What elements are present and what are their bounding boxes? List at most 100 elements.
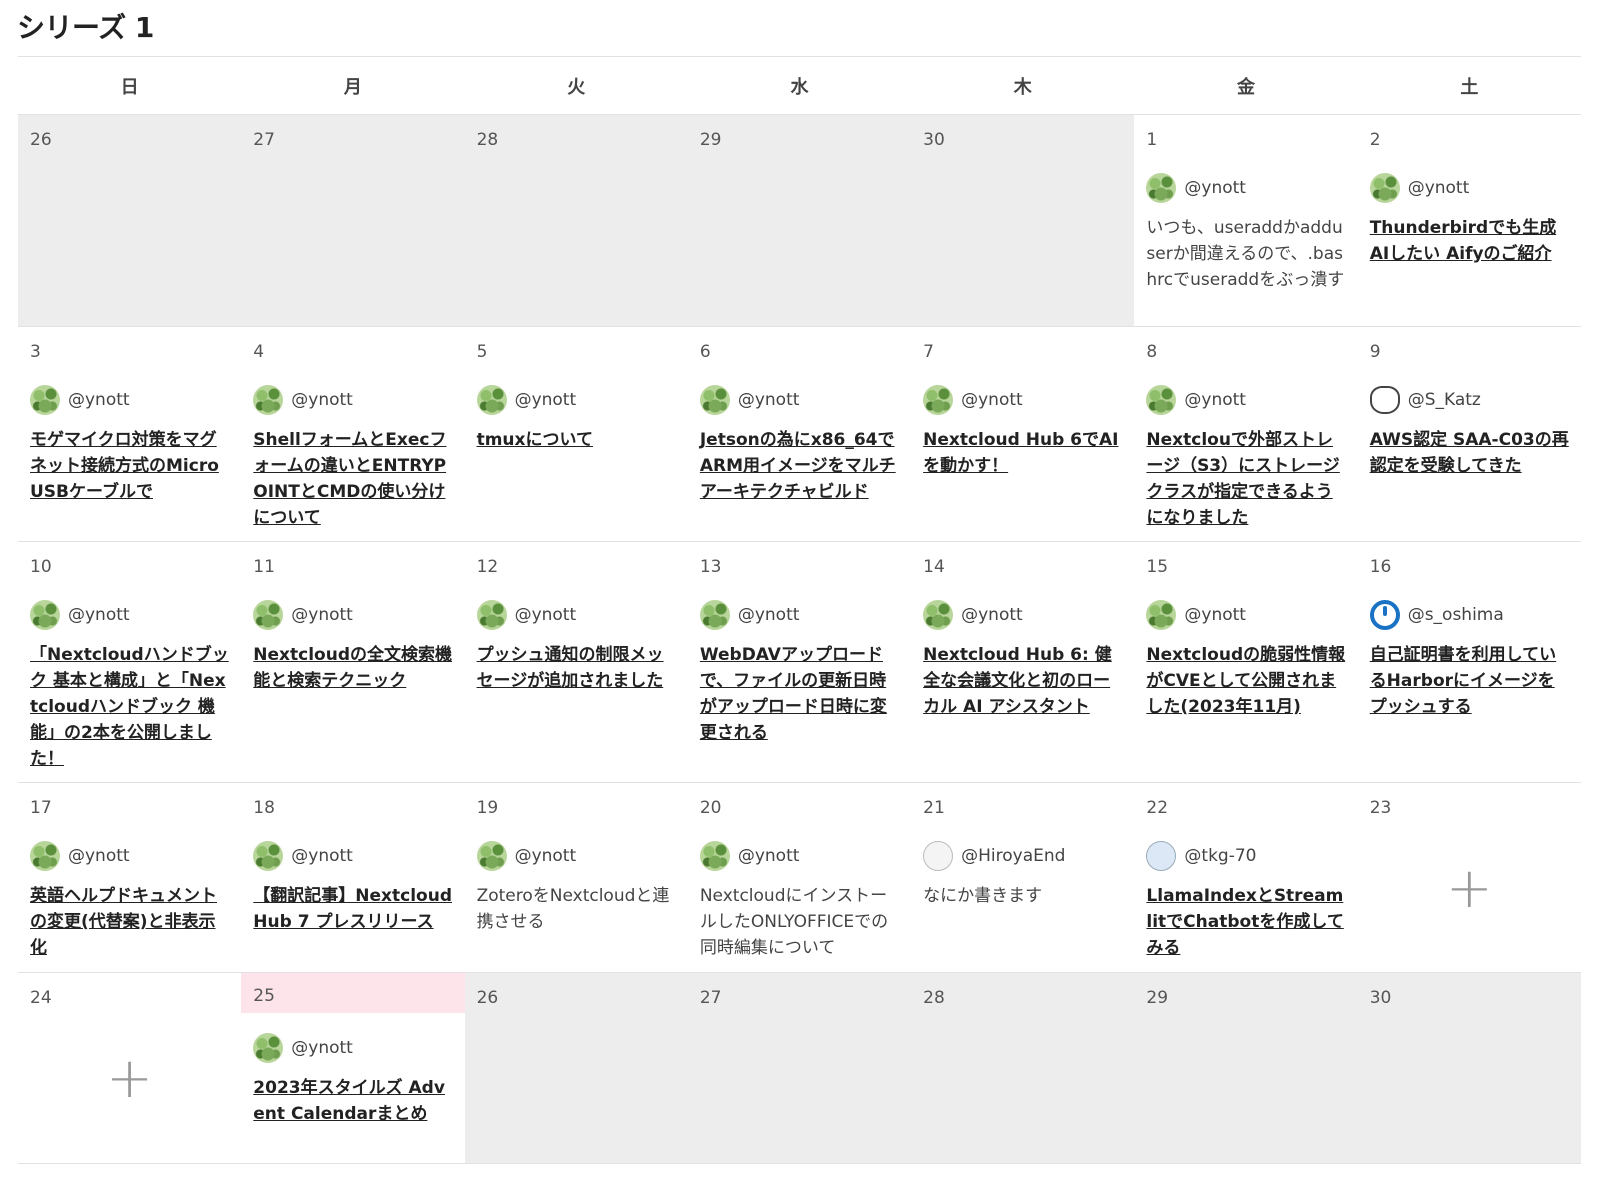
calendar-day-cell: 23 + (1357, 782, 1581, 973)
author-name[interactable]: @ynott (1408, 178, 1470, 198)
article-link[interactable]: プッシュ通知の制限メッセージが追加されました (477, 642, 676, 694)
avatar-icon (1369, 173, 1400, 203)
avatar-icon (253, 841, 284, 871)
article-link[interactable]: 2023年スタイルズ Advent Calendarまとめ (253, 1075, 452, 1127)
author-name[interactable]: @ynott (961, 605, 1023, 625)
calendar-day-cell: 14 @ynott Nextcloud Hub 6: 健全な会議文化と初のローカル … (911, 541, 1135, 783)
article-link[interactable]: Jetsonの為にx86_64でARM用イメージをマルチアーキテクチャビルド (700, 427, 899, 505)
author[interactable]: @ynott (253, 1033, 452, 1063)
author[interactable]: @ynott (1146, 600, 1345, 630)
calendar-day-cell: 26 (18, 114, 242, 327)
author-name[interactable]: @ynott (1184, 178, 1246, 198)
author[interactable]: @ynott (253, 600, 452, 630)
author[interactable]: @ynott (1146, 173, 1345, 203)
author[interactable]: @ynott (699, 600, 899, 630)
article-link[interactable]: Nextcloud Hub 6でAIを動かす！ (923, 427, 1122, 479)
day-number: 28 (923, 988, 945, 1008)
author[interactable]: @ynott (476, 841, 676, 871)
author-name[interactable]: @ynott (515, 846, 577, 866)
article-link[interactable]: 英語ヘルプドキュメントの変更(代替案)と非表示化 (30, 883, 229, 961)
article-link[interactable]: 自己証明書を利用しているHarborにイメージをプッシュする (1370, 642, 1569, 720)
author[interactable]: @S_Katz (1369, 385, 1569, 415)
author[interactable]: @ynott (30, 600, 229, 630)
author[interactable]: @s_oshima (1369, 600, 1569, 630)
calendar-day-cell: 29 (1134, 972, 1358, 1164)
author-name[interactable]: @ynott (68, 846, 130, 866)
author-name[interactable]: @ynott (291, 1038, 353, 1058)
article-link[interactable]: Nextclouで外部ストレージ（S3）にストレージクラスが指定できるようになり… (1146, 427, 1345, 531)
calendar-week-row: 10 @ynott 「Nextcloudハンドブック 基本と構成」と「Nextclo… (18, 541, 1581, 783)
author-name[interactable]: @ynott (738, 846, 800, 866)
author[interactable]: @ynott (30, 841, 229, 871)
author-name[interactable]: @HiroyaEnd (961, 846, 1065, 866)
author-name[interactable]: @ynott (515, 605, 577, 625)
author-name[interactable]: @ynott (738, 605, 800, 625)
author[interactable]: @ynott (923, 600, 1122, 630)
calendar-day-cell: 3 @ynott モゲマイクロ対策をマグネット接続方式のMicroUSBケーブルで (18, 326, 242, 542)
author[interactable]: @ynott (253, 841, 452, 871)
add-entry-button[interactable]: + (30, 1051, 229, 1107)
article-link[interactable]: tmuxについて (477, 427, 676, 453)
author[interactable]: @ynott (699, 385, 899, 415)
weekday-header: 金 (1134, 56, 1358, 115)
article-link[interactable]: Nextcloudの全文検索機能と検索テクニック (253, 642, 452, 694)
author-name[interactable]: @ynott (68, 605, 130, 625)
calendar-day-cell: 19 @ynott ZoteroをNextcloudと連携させる (464, 782, 688, 973)
author-name[interactable]: @ynott (515, 390, 577, 410)
author-name[interactable]: @ynott (1184, 605, 1246, 625)
calendar-week-row: 26 27 28 29 30 1 @ynott いつも、useraddかadduserか間違え… (18, 114, 1581, 327)
avatar-icon (1146, 841, 1177, 871)
day-number: 29 (1146, 988, 1169, 1008)
author[interactable]: @HiroyaEnd (923, 841, 1122, 871)
page-title: シリーズ 1 (17, 11, 154, 44)
author[interactable]: @tkg-70 (1146, 841, 1345, 871)
author-name[interactable]: @tkg-70 (1184, 846, 1256, 866)
article-link[interactable]: 「Nextcloudハンドブック 基本と構成」と「Nextcloudハンドブック… (30, 642, 229, 772)
avatar-icon (30, 841, 60, 871)
author[interactable]: @ynott (699, 841, 899, 871)
article-link[interactable]: ShellフォームとExecフォームの違いとENTRYPOINTとCMDの使い分… (253, 427, 452, 531)
author[interactable]: @ynott (476, 385, 676, 415)
author[interactable]: @ynott (476, 600, 676, 630)
article-link[interactable]: LlamaIndexとStreamlitでChatbotを作成してみる (1146, 883, 1345, 961)
author-name[interactable]: @s_oshima (1408, 605, 1504, 625)
article-link[interactable]: Nextcloud Hub 6: 健全な会議文化と初のローカル AI アシスタン… (923, 642, 1122, 720)
author-name[interactable]: @S_Katz (1408, 390, 1481, 410)
author-name[interactable]: @ynott (961, 390, 1023, 410)
article-link[interactable]: モゲマイクロ対策をマグネット接続方式のMicroUSBケーブルで (30, 427, 229, 505)
article-link[interactable]: Nextcloudの脆弱性情報がCVEとして公開されました(2023年11月) (1146, 642, 1345, 720)
author[interactable]: @ynott (253, 385, 452, 415)
calendar-week-row: 17 @ynott 英語ヘルプドキュメントの変更(代替案)と非表示化 18 @ynott… (18, 782, 1581, 973)
calendar-body: 26 27 28 29 30 1 @ynott いつも、useraddかadduserか間違え… (18, 114, 1581, 1164)
article-link[interactable]: 【翻訳記事】Nextcloud Hub 7 プレスリリース (253, 883, 452, 935)
calendar-day-cell: 24 + (18, 972, 242, 1164)
calendar-day-cell: 2 @ynott Thunderbirdでも生成AIしたい Aifyのご紹介 (1357, 114, 1581, 327)
author[interactable]: @ynott (923, 385, 1122, 415)
author-name[interactable]: @ynott (68, 390, 130, 410)
article-link[interactable]: WebDAVアップロードで、ファイルの更新日時がアップロード日時に変更される (700, 642, 899, 746)
calendar-day-cell: 1 @ynott いつも、useraddかadduserか間違えるので、.bashr… (1134, 114, 1358, 327)
author[interactable]: @ynott (1146, 385, 1345, 415)
avatar-icon (30, 385, 60, 415)
day-number: 6 (699, 342, 711, 362)
day-number: 19 (476, 798, 499, 818)
author-name[interactable]: @ynott (1184, 390, 1246, 410)
author-name[interactable]: @ynott (738, 390, 800, 410)
article-link[interactable]: Thunderbirdでも生成AIしたい Aifyのご紹介 (1370, 215, 1569, 267)
weekday-header: 日 (18, 56, 242, 115)
avatar-icon (1146, 173, 1177, 203)
day-number: 20 (699, 798, 722, 818)
author-name[interactable]: @ynott (291, 390, 353, 410)
day-number: 22 (1146, 798, 1169, 818)
add-entry-button[interactable]: + (1370, 861, 1569, 917)
author[interactable]: @ynott (1369, 173, 1569, 203)
author-name[interactable]: @ynott (291, 846, 353, 866)
day-number: 8 (1146, 342, 1158, 362)
advent-calendar: 日月火水木金土 26 27 28 29 30 1 @ynott いつも、useraddかadd… (18, 56, 1581, 1164)
author-name[interactable]: @ynott (291, 605, 353, 625)
calendar-day-cell: 12 @ynott プッシュ通知の制限メッセージが追加されました (464, 541, 688, 783)
avatar-icon (699, 385, 730, 415)
avatar-icon (253, 600, 284, 630)
article-link[interactable]: AWS認定 SAA-C03の再認定を受験してきた (1370, 427, 1569, 479)
author[interactable]: @ynott (30, 385, 229, 415)
